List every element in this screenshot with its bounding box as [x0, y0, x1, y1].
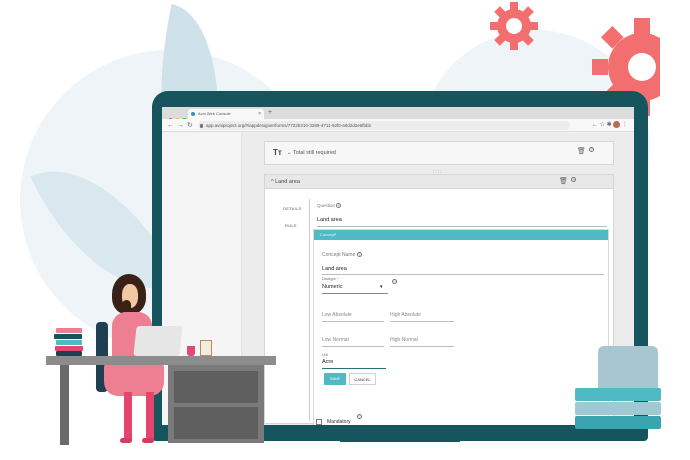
unit-label: Unit: [322, 353, 329, 357]
new-tab-button[interactable]: +: [268, 108, 272, 118]
browser-toolbar-icons: ← ☆ ✱ ⋮: [592, 120, 628, 131]
high-absolute-underline: [390, 321, 454, 322]
low-absolute-underline: [322, 321, 384, 322]
high-absolute-input[interactable]: High Absolute: [390, 312, 421, 318]
book-decoration: [575, 402, 661, 415]
address-bar: ← → ↻ app.avniproject.org/#/appdesigner/…: [162, 119, 634, 132]
help-icon[interactable]: ?: [392, 279, 397, 284]
menu-icon[interactable]: ⋮: [622, 122, 628, 128]
drawer-panel: [174, 371, 258, 403]
book-stack: [56, 328, 82, 333]
desk-leg: [60, 365, 69, 445]
high-normal-underline: [390, 346, 454, 347]
lock-icon: [200, 123, 203, 128]
reload-icon[interactable]: ↻: [187, 120, 193, 131]
question-input[interactable]: Land area: [317, 217, 342, 223]
forward-icon[interactable]: →: [177, 120, 184, 131]
low-absolute-input[interactable]: Low Absolute: [322, 312, 352, 318]
url-text: app.avniproject.org/#/appdesigner/forms/…: [206, 123, 372, 128]
form-element-land-area: :::: ^ Land area 🗑 ? DETAILS RULE Questi…: [264, 169, 614, 425]
cup-illustration: [200, 340, 212, 356]
delete-icon[interactable]: 🗑: [577, 147, 586, 155]
question-underline: [317, 226, 607, 227]
question-label: Question ?: [317, 203, 342, 208]
avni-favicon-icon: [191, 112, 195, 116]
avatar[interactable]: [613, 120, 621, 128]
concept-name-label: Concept Name ?: [322, 252, 362, 258]
form-element-header[interactable]: :::: ^ Land area 🗑 ?: [265, 169, 613, 189]
book-decoration: [575, 416, 661, 429]
drawer-panel: [174, 407, 258, 439]
concept-name-input[interactable]: Land area: [322, 266, 347, 272]
extensions-icon[interactable]: ✱: [607, 122, 612, 128]
person-skirt: [104, 360, 164, 396]
concept-panel: Concept* Concept Name ? Land area Dataty…: [313, 229, 609, 425]
help-icon[interactable]: ?: [336, 203, 342, 208]
lamp-decoration: [598, 346, 658, 388]
url-input[interactable]: app.avniproject.org/#/appdesigner/forms/…: [198, 121, 570, 130]
tab-bar: Avni Web Console × +: [162, 107, 634, 123]
form-element-total-still[interactable]: Tт ⌄ Total still required 🗑 ?: [264, 141, 614, 165]
datatype-underline: [322, 293, 388, 294]
person-leg: [146, 392, 154, 440]
high-normal-input[interactable]: High Normal: [390, 337, 418, 343]
save-button[interactable]: SAVE: [324, 373, 346, 385]
drag-handle-icon[interactable]: ::::: [433, 169, 443, 175]
datatype-select[interactable]: Numeric: [322, 284, 342, 290]
tab-details[interactable]: DETAILS: [283, 206, 301, 211]
laptop-illustration: [133, 326, 183, 356]
delete-icon[interactable]: 🗑: [559, 177, 568, 185]
form-element-title[interactable]: ^ Land area: [271, 179, 300, 185]
person-leg: [124, 392, 132, 440]
help-icon[interactable]: ?: [356, 252, 362, 257]
monitor-stand: [340, 432, 460, 442]
browser-tab[interactable]: Avni Web Console ×: [188, 109, 264, 119]
tab-divider: [309, 199, 310, 421]
concept-name-underline: [322, 274, 604, 275]
star-icon[interactable]: ☆: [600, 122, 605, 128]
book-decoration: [575, 388, 661, 401]
form-element-title[interactable]: ⌄ Total still required: [287, 150, 336, 156]
person-shoe: [142, 438, 154, 443]
cancel-button[interactable]: CANCEL: [349, 373, 376, 385]
text-type-icon: Tт: [273, 148, 282, 157]
help-icon[interactable]: ?: [571, 177, 576, 184]
desk-top: [46, 356, 276, 365]
concept-bar-label: Concept*: [320, 232, 337, 237]
low-normal-underline: [322, 346, 384, 347]
unit-input[interactable]: Acre: [322, 359, 333, 365]
gear-icon: [490, 2, 538, 50]
close-icon[interactable]: ×: [258, 109, 261, 119]
mandatory-checkbox[interactable]: [316, 419, 322, 425]
low-normal-input[interactable]: Low Normal: [322, 337, 349, 343]
desk-drawer: [168, 365, 264, 443]
back-arrow-icon[interactable]: ←: [592, 122, 598, 128]
tab-title: Avni Web Console: [198, 111, 231, 116]
unit-underline: [322, 368, 386, 369]
chevron-down-icon[interactable]: ▾: [380, 284, 383, 290]
help-icon[interactable]: ?: [589, 147, 594, 154]
person-shoe: [120, 438, 132, 443]
tab-rule[interactable]: RULE: [285, 223, 297, 228]
back-icon[interactable]: ←: [167, 120, 174, 131]
mandatory-label: Mandatory: [327, 419, 351, 425]
concept-header-bar: Concept*: [314, 230, 608, 240]
book-stack: [56, 340, 82, 345]
book-stack: [54, 334, 82, 339]
plant-pot: [187, 346, 195, 356]
datatype-label: Datatype *: [322, 277, 339, 281]
help-icon[interactable]: ?: [357, 414, 362, 419]
form-designer-main: Tт ⌄ Total still required 🗑 ? :::: ^ Lan…: [242, 133, 634, 425]
